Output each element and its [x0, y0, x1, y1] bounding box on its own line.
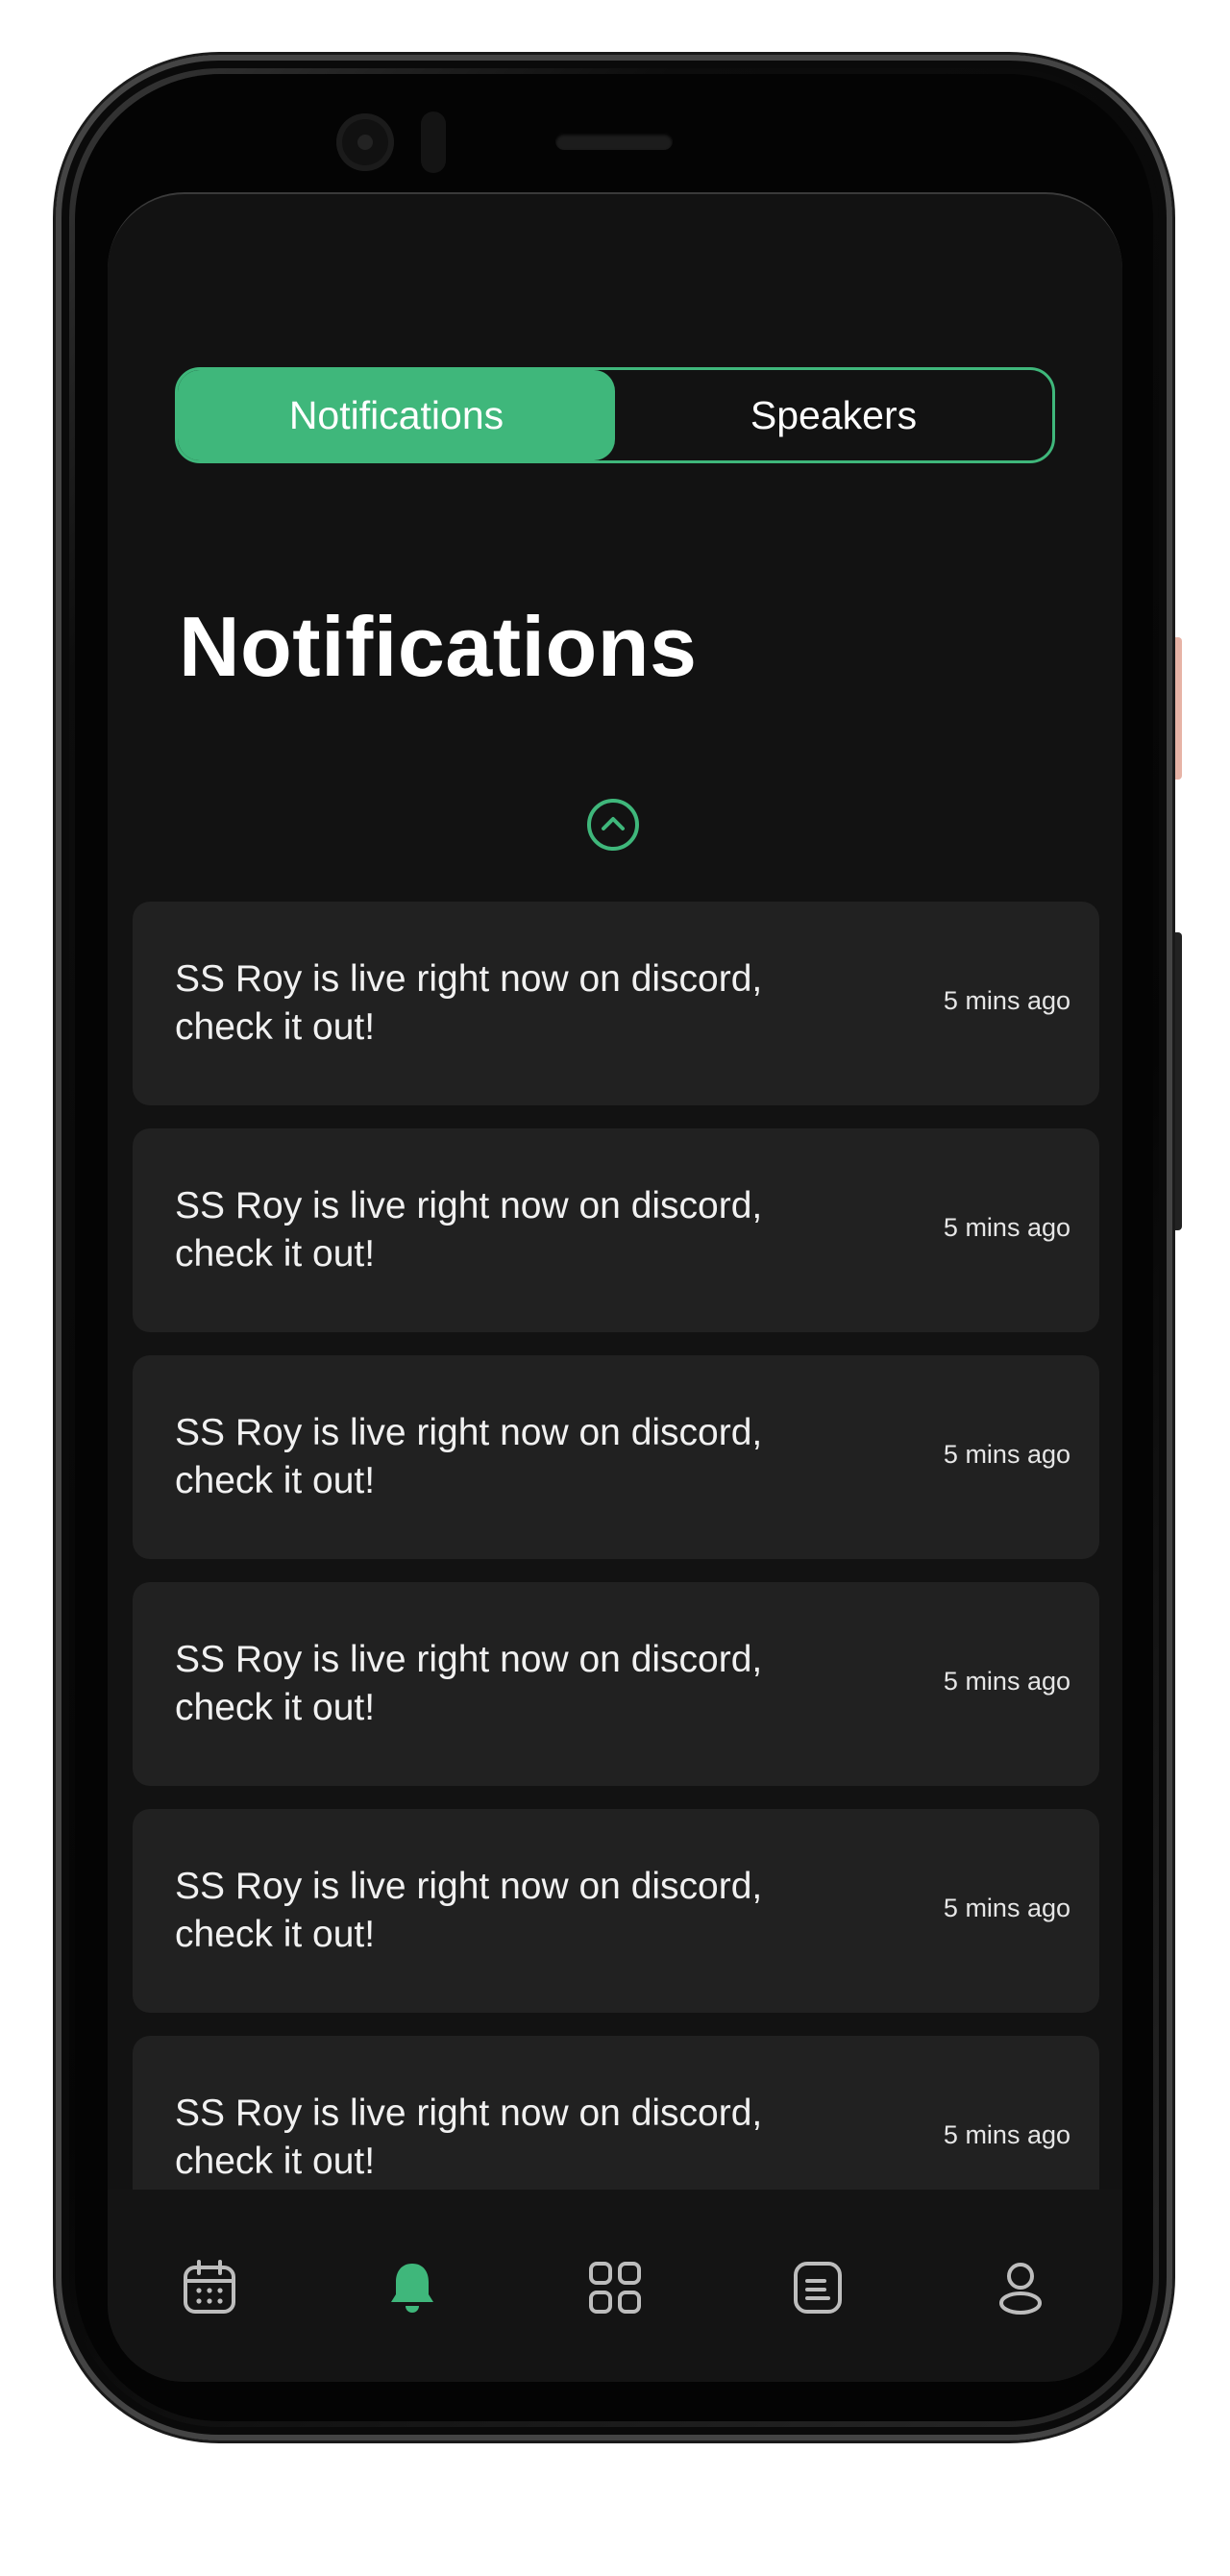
- nav-calendar[interactable]: [171, 2249, 248, 2326]
- collapse-button[interactable]: [586, 798, 640, 852]
- segmented-control: Notifications Speakers: [175, 367, 1055, 463]
- notification-time: 5 mins ago: [943, 1667, 1070, 1696]
- profile-icon: [999, 2263, 1043, 2315]
- notification-text: SS Roy is live right now on discord, che…: [175, 958, 763, 1048]
- calendar-icon: [183, 2260, 235, 2314]
- front-camera: [336, 113, 394, 171]
- bell-icon: [390, 2264, 433, 2313]
- notification-text: SS Roy is live right now on discord, che…: [175, 1639, 763, 1728]
- app-screen: Notifications Speakers Notifications SS …: [108, 192, 1122, 2382]
- page-title: Notifications: [179, 599, 698, 694]
- tab-speakers[interactable]: Speakers: [615, 370, 1052, 460]
- notification-text: SS Roy is live right now on discord, che…: [175, 1412, 763, 1501]
- notification-time: 5 mins ago: [943, 1213, 1070, 1242]
- earpiece-speaker: [555, 133, 673, 150]
- nav-notifications[interactable]: [374, 2249, 451, 2326]
- notification-time: 5 mins ago: [943, 1894, 1070, 1922]
- bottom-navigation: [108, 2190, 1122, 2382]
- notification-card[interactable]: SS Roy is live right now on discord, che…: [133, 1355, 1099, 1559]
- notification-card[interactable]: SS Roy is live right now on discord, che…: [133, 1809, 1099, 2013]
- notification-text: SS Roy is live right now on discord, che…: [175, 1185, 763, 1275]
- notification-card[interactable]: SS Roy is live right now on discord, che…: [133, 902, 1099, 1105]
- nav-document[interactable]: [779, 2249, 856, 2326]
- notification-card[interactable]: SS Roy is live right now on discord, che…: [133, 1582, 1099, 1786]
- notification-time: 5 mins ago: [943, 986, 1070, 1015]
- notification-text: SS Roy is live right now on discord, che…: [175, 2093, 763, 2182]
- notification-text: SS Roy is live right now on discord, che…: [175, 1866, 763, 1955]
- notification-card[interactable]: SS Roy is live right now on discord, che…: [133, 1128, 1099, 1332]
- notification-time: 5 mins ago: [943, 2120, 1070, 2149]
- device-canvas: Notifications Speakers Notifications SS …: [0, 0, 1230, 2576]
- proximity-sensor: [421, 111, 446, 173]
- tab-notifications[interactable]: Notifications: [178, 370, 615, 460]
- document-icon: [794, 2262, 843, 2314]
- nav-profile[interactable]: [982, 2249, 1059, 2326]
- nav-grid[interactable]: [577, 2249, 653, 2326]
- notification-list: SS Roy is live right now on discord, che…: [133, 902, 1099, 2263]
- chevron-up-circle-icon: [587, 799, 639, 851]
- notification-time: 5 mins ago: [943, 1440, 1070, 1469]
- grid-icon: [588, 2262, 641, 2314]
